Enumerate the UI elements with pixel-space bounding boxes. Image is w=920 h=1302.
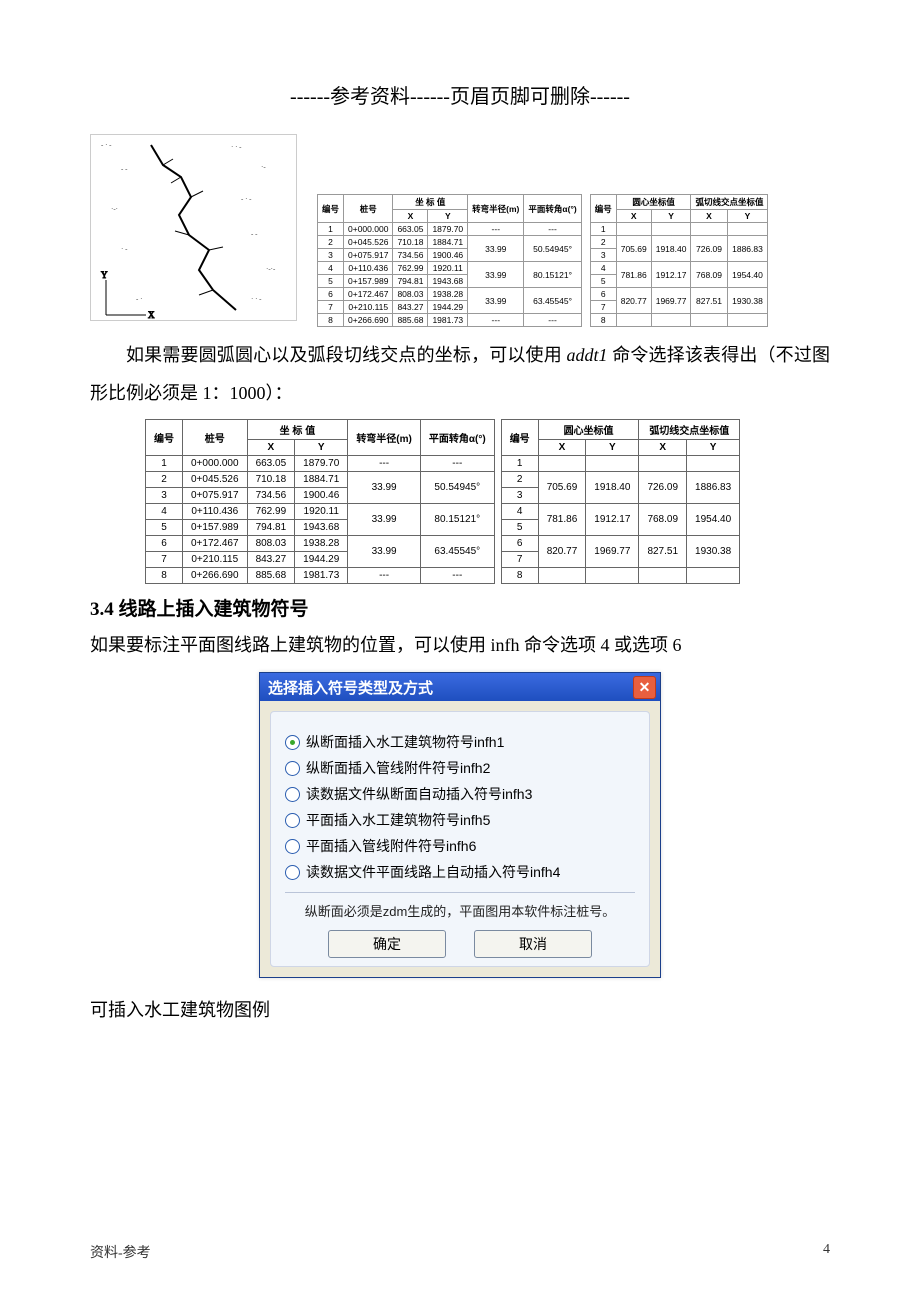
dialog-option[interactable]: 平面插入管线附件符号infh6 — [285, 836, 635, 856]
route-sketch-map: Y X - · -· · - - -·- - · -·-· - -· - ·-·… — [90, 134, 297, 321]
table-row: 6820.771969.77827.511930.38 — [501, 535, 740, 551]
table-row: 10+000.000663.051879.70------ — [318, 223, 582, 236]
footer-page-number: 4 — [823, 1242, 830, 1262]
dialog-option-label: 纵断面插入管线附件符号infh2 — [306, 758, 490, 778]
table-row: 20+045.526710.181884.7133.9950.54945° — [146, 471, 495, 487]
table-row: 4781.861912.17768.091954.40 — [501, 503, 740, 519]
large-tables: 编号 桩号 坐 标 值 转弯半径(m) 平面转角α(°) XY 10+000.0… — [145, 419, 830, 584]
dialog-option[interactable]: 平面插入水工建筑物符号infh5 — [285, 810, 635, 830]
large-table-right-body: 1 2705.691918.40726.091886.8334781.86191… — [501, 455, 740, 583]
cancel-button[interactable]: 取消 — [474, 930, 592, 958]
dialog-options: 纵断面插入水工建筑物符号infh1 纵断面插入管线附件符号infh2 读数据文件纵断… — [285, 732, 635, 882]
dialog-titlebar[interactable]: 选择插入符号类型及方式 ✕ — [260, 673, 660, 701]
table-row: 20+045.526710.181884.7133.9950.54945° — [318, 236, 582, 249]
tiny-tables-group: 编号 桩号 坐 标 值 转弯半径(m) 平面转角α(°) XY 10+000.0… — [317, 194, 768, 327]
table-row: 80+266.690885.681981.73------ — [146, 567, 495, 583]
table-row: 4781.861912.17768.091954.40 — [590, 262, 768, 275]
close-icon[interactable]: ✕ — [633, 676, 656, 699]
table-row: 6820.771969.77827.511930.38 — [590, 288, 768, 301]
paragraph-addt1: 如果需要圆弧圆心以及弧段切线交点的坐标，可以使用 addt1 命令选择该表得出（… — [90, 337, 830, 413]
svg-text:Y: Y — [101, 270, 108, 280]
table-row: 1 — [501, 455, 740, 471]
figure-row-top: Y X - · -· · - - -·- - · -·-· - -· - ·-·… — [90, 134, 830, 327]
table-row: 8 — [501, 567, 740, 583]
large-table-right: 编号 圆心坐标值 弧切线交点坐标值 XY XY 1 2705.691918.40… — [501, 419, 741, 584]
table-row: 8 — [590, 314, 768, 327]
svg-text:X: X — [148, 310, 155, 320]
radio-icon[interactable] — [285, 787, 300, 802]
table-row: 1 — [590, 223, 768, 236]
table-row: 80+266.690885.681981.73------ — [318, 314, 582, 327]
radio-icon[interactable] — [285, 735, 300, 750]
dialog-option[interactable]: 读数据文件平面线路上自动插入符号infh4 — [285, 862, 635, 882]
tiny-table-right-body: 1 2705.691918.40726.091886.8334781.86191… — [590, 223, 768, 327]
footer-left: 资料-参考 — [90, 1242, 151, 1262]
dialog-title-text: 选择插入符号类型及方式 — [268, 677, 433, 698]
paragraph-legend: 可插入水工建筑物图例 — [90, 992, 830, 1030]
dialog-option[interactable]: 纵断面插入管线附件符号infh2 — [285, 758, 635, 778]
page-header: ------参考资料------页眉页脚可删除------ — [90, 80, 830, 109]
table-row: 2705.691918.40726.091886.83 — [590, 236, 768, 249]
table-row: 40+110.436762.991920.1133.9980.15121° — [146, 503, 495, 519]
tiny-table-right: 编号 圆心坐标值 弧切线交点坐标值 XY XY 1 2705.691918.40… — [590, 194, 769, 327]
dialog-option-label: 平面插入管线附件符号infh6 — [306, 836, 476, 856]
table-row: 40+110.436762.991920.1133.9980.15121° — [318, 262, 582, 275]
radio-icon[interactable] — [285, 839, 300, 854]
dialog-option-label: 读数据文件平面线路上自动插入符号infh4 — [306, 862, 560, 882]
dialog-option-label: 纵断面插入水工建筑物符号infh1 — [306, 732, 504, 752]
dialog-option-label: 平面插入水工建筑物符号infh5 — [306, 810, 490, 830]
dialog-option-label: 读数据文件纵断面自动插入符号infh3 — [306, 784, 532, 804]
table-row: 2705.691918.40726.091886.83 — [501, 471, 740, 487]
table-row: 60+172.467808.031938.2833.9963.45545° — [146, 535, 495, 551]
dialog-hint: 纵断面必须是zdm生成的，平面图用本软件标注桩号。 — [285, 892, 635, 920]
dialog-option[interactable]: 纵断面插入水工建筑物符号infh1 — [285, 732, 635, 752]
tiny-table-left-body: 10+000.000663.051879.70------20+045.5267… — [318, 223, 582, 327]
radio-icon[interactable] — [285, 865, 300, 880]
dialog-option[interactable]: 读数据文件纵断面自动插入符号infh3 — [285, 784, 635, 804]
paragraph-infh: 如果要标注平面图线路上建筑物的位置，可以使用 infh 命令选项 4 或选项 6 — [90, 627, 830, 665]
table-row: 60+172.467808.031938.2833.9963.45545° — [318, 288, 582, 301]
large-table-left: 编号 桩号 坐 标 值 转弯半径(m) 平面转角α(°) XY 10+000.0… — [145, 419, 495, 584]
section-3-4-heading: 3.4 线路上插入建筑物符号 — [90, 594, 830, 621]
page-footer: 资料-参考 4 — [90, 1242, 830, 1262]
ok-button[interactable]: 确定 — [328, 930, 446, 958]
large-table-left-body: 10+000.000663.051879.70------20+045.5267… — [146, 455, 495, 583]
insert-symbol-dialog: 选择插入符号类型及方式 ✕ 纵断面插入水工建筑物符号infh1 纵断面插入管线附件… — [259, 672, 661, 978]
tiny-table-left: 编号 桩号 坐 标 值 转弯半径(m) 平面转角α(°) XY 10+000.0… — [317, 194, 582, 327]
radio-icon[interactable] — [285, 761, 300, 776]
cmd-addt1: addt1 — [567, 345, 608, 365]
table-row: 10+000.000663.051879.70------ — [146, 455, 495, 471]
radio-icon[interactable] — [285, 813, 300, 828]
